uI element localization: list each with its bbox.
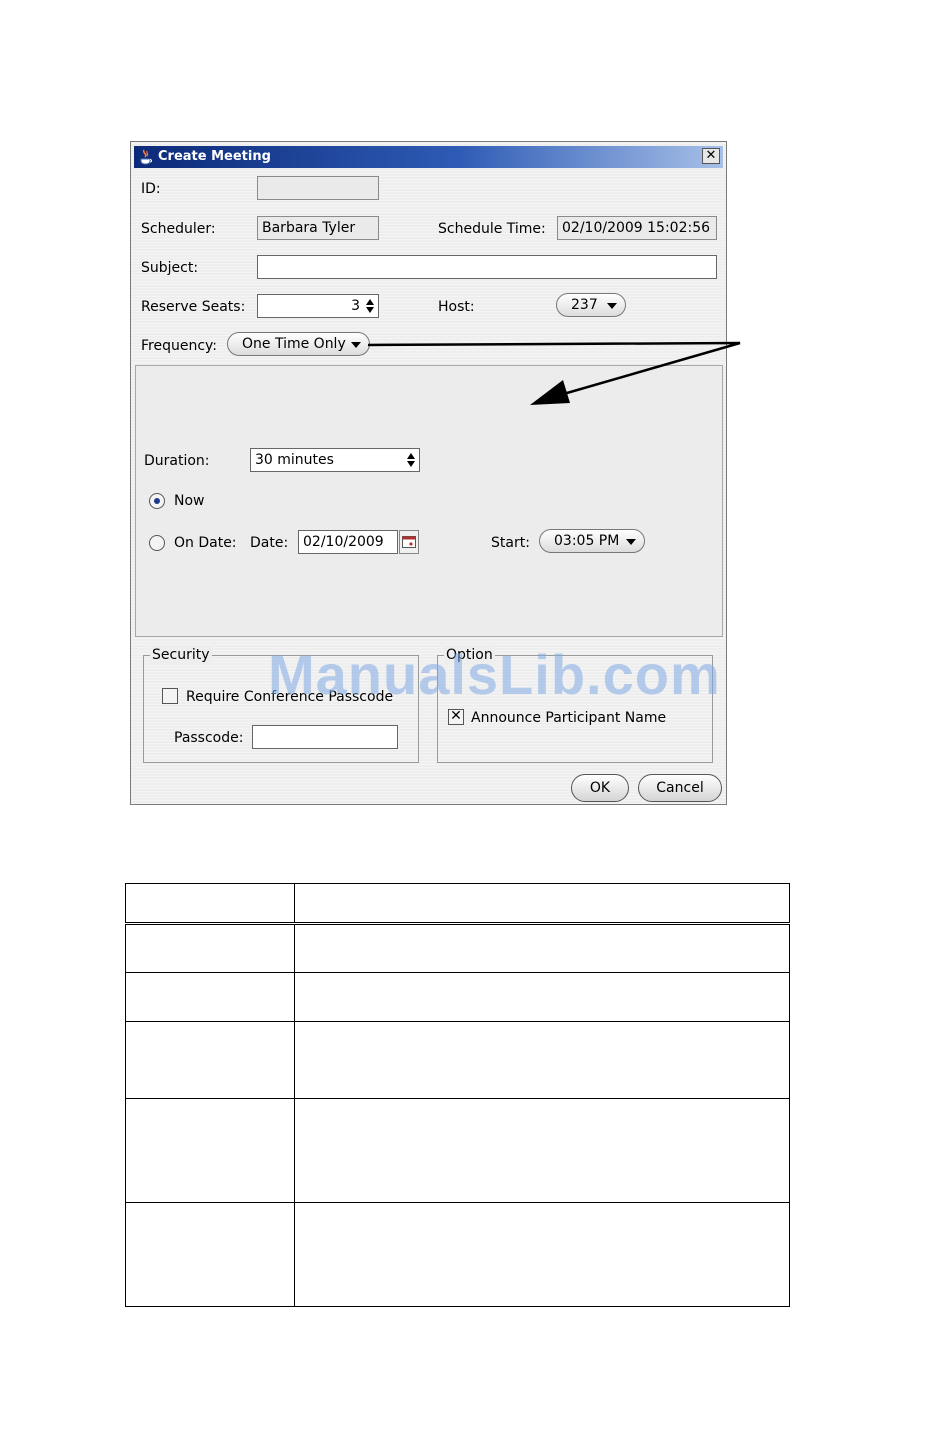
table-cell	[125, 923, 295, 973]
table-cell	[294, 883, 790, 925]
announce-participant-label: Announce Participant Name	[471, 710, 667, 726]
close-icon: ✕	[705, 148, 717, 163]
spinner-arrows-icon[interactable]	[364, 297, 376, 315]
scheduling-panel: Duration: 30 minutes Now On Date: Date: …	[135, 365, 723, 637]
table-row	[125, 923, 790, 973]
dialog-title-bar[interactable]: Create Meeting ✕	[134, 146, 723, 168]
start-time-value: 03:05 PM	[554, 533, 620, 549]
start-label: Start:	[491, 535, 530, 551]
now-radio[interactable]	[149, 493, 165, 509]
subject-input[interactable]	[257, 255, 717, 279]
host-combo[interactable]: 237	[556, 293, 626, 317]
security-legend: Security	[150, 646, 212, 664]
table-cell	[294, 972, 790, 1022]
start-time-combo[interactable]: 03:05 PM	[539, 529, 645, 553]
frequency-label: Frequency:	[141, 338, 218, 354]
frequency-value: One Time Only	[242, 336, 346, 352]
table-cell	[294, 1202, 790, 1307]
on-date-label: On Date:	[174, 535, 237, 551]
close-button[interactable]: ✕	[702, 148, 720, 164]
checkmark-x-icon: ✕	[450, 708, 462, 724]
watermark: ManualsLib.com	[268, 643, 721, 706]
date-label: Date:	[250, 535, 289, 551]
host-value: 237	[571, 297, 598, 313]
chevron-down-icon	[626, 539, 636, 545]
description-table	[125, 883, 790, 1307]
duration-label: Duration:	[144, 453, 210, 469]
reserve-seats-label: Reserve Seats:	[141, 299, 246, 315]
schedule-time-label: Schedule Time:	[438, 221, 546, 237]
id-field	[257, 176, 379, 200]
calendar-icon	[402, 536, 416, 548]
table-row	[125, 1098, 790, 1203]
chevron-down-icon	[607, 303, 617, 309]
ok-button[interactable]: OK	[571, 774, 629, 802]
require-passcode-checkbox[interactable]	[162, 688, 178, 704]
date-input[interactable]: 02/10/2009	[298, 530, 398, 554]
table-row	[125, 972, 790, 1022]
table-header-row	[125, 883, 790, 925]
table-cell	[125, 883, 295, 925]
passcode-input[interactable]	[252, 725, 398, 749]
spinner-arrows-icon[interactable]	[405, 451, 417, 469]
reserve-seats-value: 3	[351, 298, 360, 314]
table-cell	[294, 923, 790, 973]
table-cell	[125, 1021, 295, 1099]
reserve-seats-spinner[interactable]: 3	[257, 294, 379, 318]
table-row	[125, 1202, 790, 1307]
java-app-icon	[140, 149, 152, 165]
table-cell	[294, 1098, 790, 1203]
chevron-down-icon	[351, 342, 361, 348]
table-cell	[294, 1021, 790, 1099]
calendar-button[interactable]	[399, 530, 419, 554]
announce-participant-checkbox[interactable]: ✕	[448, 709, 464, 725]
duration-value: 30 minutes	[255, 452, 334, 468]
scheduler-label: Scheduler:	[141, 221, 216, 237]
cancel-button[interactable]: Cancel	[638, 774, 722, 802]
schedule-time-field: 02/10/2009 15:02:56	[557, 216, 717, 240]
duration-spinner[interactable]: 30 minutes	[250, 448, 420, 472]
dialog-title: Create Meeting	[158, 149, 271, 164]
subject-label: Subject:	[141, 260, 199, 276]
table-cell	[125, 972, 295, 1022]
frequency-combo[interactable]: One Time Only	[227, 332, 370, 356]
id-label: ID:	[141, 181, 161, 197]
host-label: Host:	[438, 299, 475, 315]
table-cell	[125, 1202, 295, 1307]
table-cell	[125, 1098, 295, 1203]
table-row	[125, 1021, 790, 1099]
scheduler-field: Barbara Tyler	[257, 216, 379, 240]
on-date-radio[interactable]	[149, 535, 165, 551]
passcode-label: Passcode:	[174, 730, 244, 746]
now-label: Now	[174, 493, 205, 509]
